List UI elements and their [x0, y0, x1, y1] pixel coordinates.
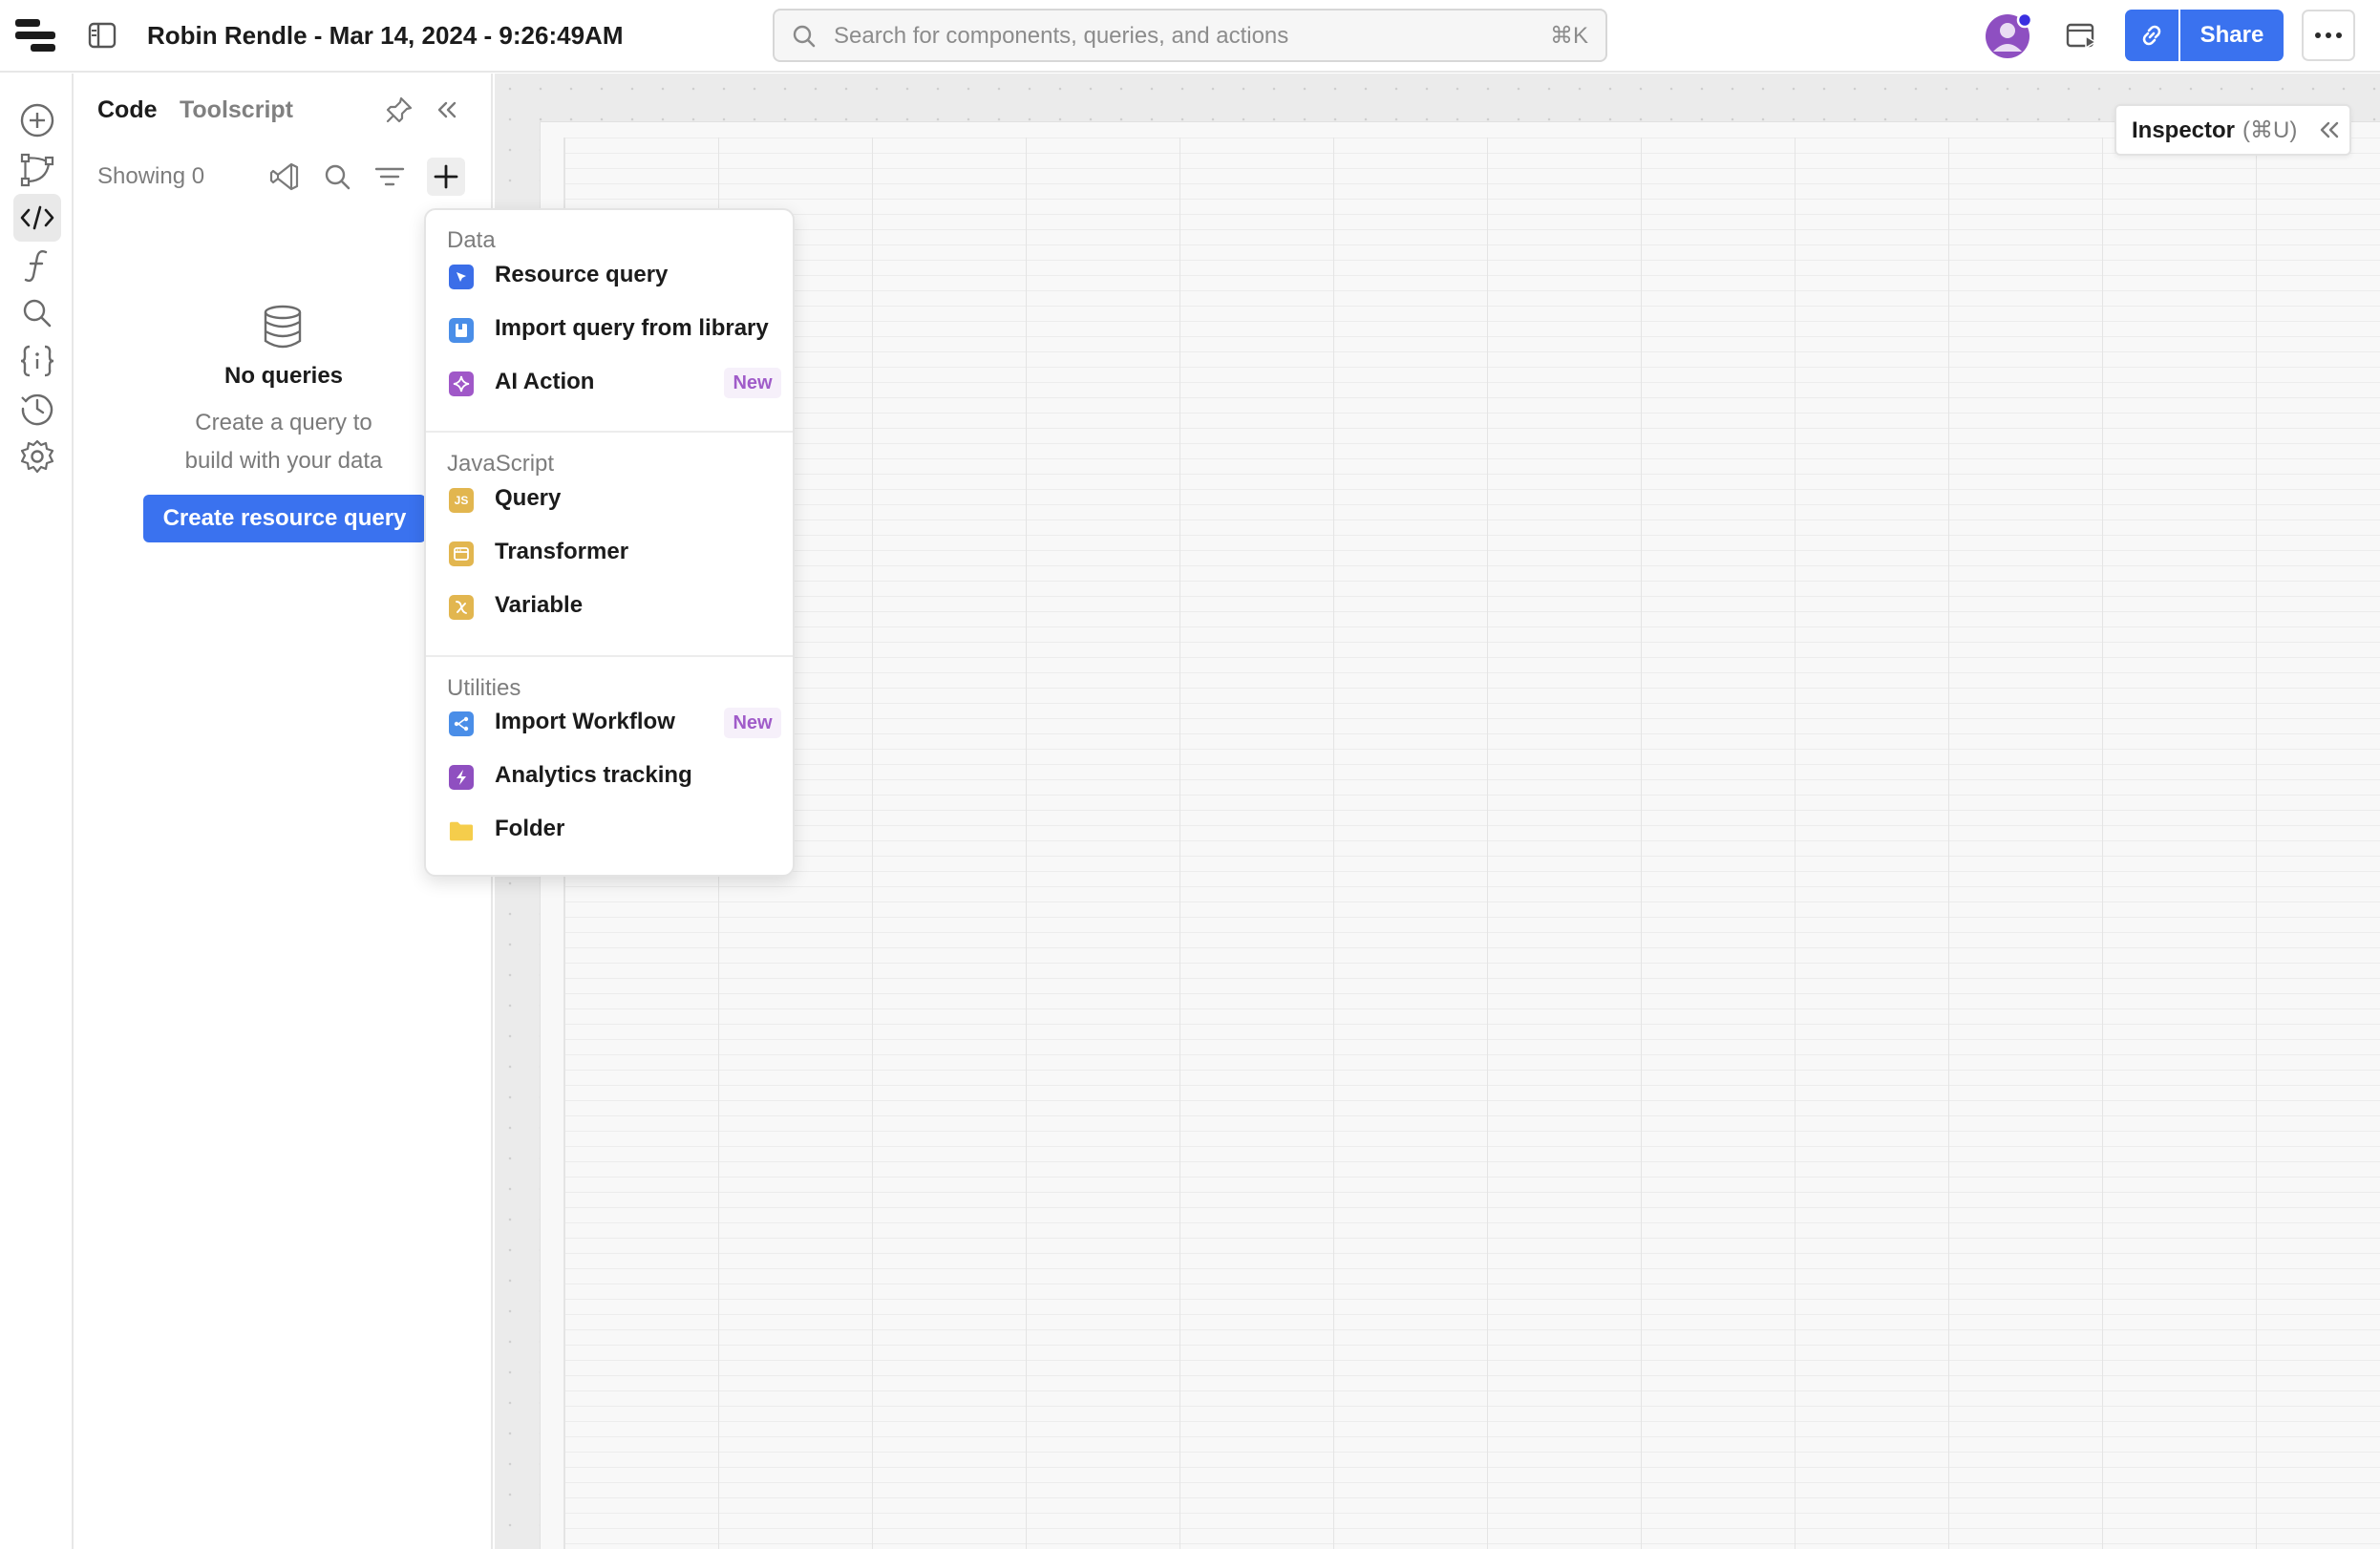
create-resource-query-button[interactable]: Create resource query [143, 495, 426, 542]
menu-item-folder[interactable]: Folder [436, 806, 785, 852]
menu-item-import-workflow[interactable]: Import Workflow New [436, 699, 785, 745]
tree-structure-icon[interactable] [13, 146, 61, 194]
add-query-menu: Data Resource query Import query from li… [424, 208, 795, 877]
state-icon[interactable] [13, 337, 61, 385]
menu-item-ai-action[interactable]: AI Action New [436, 359, 785, 405]
database-icon [262, 305, 304, 349]
link-icon [2138, 22, 2165, 49]
menu-item-variable[interactable]: Variable [436, 583, 785, 628]
user-avatar[interactable] [1985, 11, 2034, 61]
code-icon[interactable] [13, 194, 61, 242]
add-component-icon[interactable] [13, 96, 61, 144]
function-icon[interactable] [13, 242, 61, 289]
js-icon: JS [449, 488, 474, 513]
analytics-icon [449, 765, 474, 790]
new-badge: New [724, 368, 781, 398]
search-icon [792, 24, 817, 49]
search-placeholder: Search for components, queries, and acti… [834, 23, 1289, 49]
inspector-label: Inspector [2132, 117, 2236, 143]
resource-query-icon [449, 265, 474, 289]
app-title[interactable]: Robin Rendle - Mar 14, 2024 - 9:26:49AM [147, 19, 623, 52]
preview-icon[interactable] [2063, 17, 2101, 55]
menu-item-analytics-tracking[interactable]: Analytics tracking [436, 753, 785, 798]
folder-icon [449, 818, 474, 843]
more-dot [2326, 32, 2331, 38]
search-queries-icon[interactable] [318, 158, 356, 196]
settings-gear-icon[interactable] [13, 433, 61, 480]
menu-item-label: Transformer [495, 539, 629, 564]
menu-item-import-query-from-library[interactable]: Import query from library [436, 306, 785, 351]
vscode-icon[interactable] [266, 158, 304, 196]
menu-item-transformer[interactable]: Transformer [436, 529, 785, 575]
menu-section-javascript: JavaScript [447, 451, 555, 477]
menu-item-label: Folder [495, 816, 565, 841]
filter-icon[interactable] [371, 158, 409, 196]
left-rail [0, 74, 74, 1549]
menu-item-label: Analytics tracking [495, 762, 692, 788]
transformer-icon [449, 541, 474, 566]
menu-divider [426, 431, 793, 433]
inspector-shortcut: (⌘U) [2242, 117, 2298, 143]
library-icon [449, 318, 474, 343]
showing-count: Showing 0 [97, 163, 205, 189]
variable-icon [449, 595, 474, 620]
collapse-inspector-icon [2317, 117, 2342, 142]
panel-layout-icon[interactable] [86, 19, 118, 52]
tab-toolscript[interactable]: Toolscript [180, 95, 293, 125]
menu-item-label: Resource query [495, 262, 669, 287]
new-badge: New [724, 708, 781, 738]
more-dot [2336, 32, 2342, 38]
menu-item-label: Variable [495, 592, 584, 618]
inspector-toggle[interactable]: Inspector (⌘U) [2114, 104, 2351, 156]
more-options-button[interactable] [2302, 10, 2355, 61]
retool-logo[interactable] [15, 17, 55, 53]
collapse-panel-icon[interactable] [430, 93, 464, 127]
command-search[interactable]: Search for components, queries, and acti… [773, 9, 1607, 62]
menu-item-resource-query[interactable]: Resource query [436, 252, 785, 298]
menu-section-data: Data [447, 227, 496, 253]
top-bar: Robin Rendle - Mar 14, 2024 - 9:26:49AM … [0, 0, 2380, 73]
search-icon[interactable] [13, 289, 61, 337]
menu-item-js-query[interactable]: JS Query [436, 476, 785, 521]
workflow-icon [449, 711, 474, 736]
menu-item-label: Import Workflow [495, 709, 675, 734]
canvas-grid[interactable] [563, 138, 2380, 1549]
tab-code[interactable]: Code [97, 95, 158, 125]
share-button[interactable]: Share [2180, 10, 2284, 61]
menu-item-label: Import query from library [495, 315, 769, 341]
search-shortcut: ⌘K [1549, 23, 1588, 49]
ai-sparkle-icon [449, 371, 474, 396]
more-dot [2315, 32, 2321, 38]
menu-divider [426, 655, 793, 657]
copy-link-button[interactable] [2125, 10, 2178, 61]
add-query-button[interactable] [427, 158, 465, 196]
menu-item-label: AI Action [495, 369, 595, 394]
history-icon[interactable] [13, 385, 61, 433]
pin-icon[interactable] [382, 93, 416, 127]
menu-item-label: Query [495, 485, 562, 511]
